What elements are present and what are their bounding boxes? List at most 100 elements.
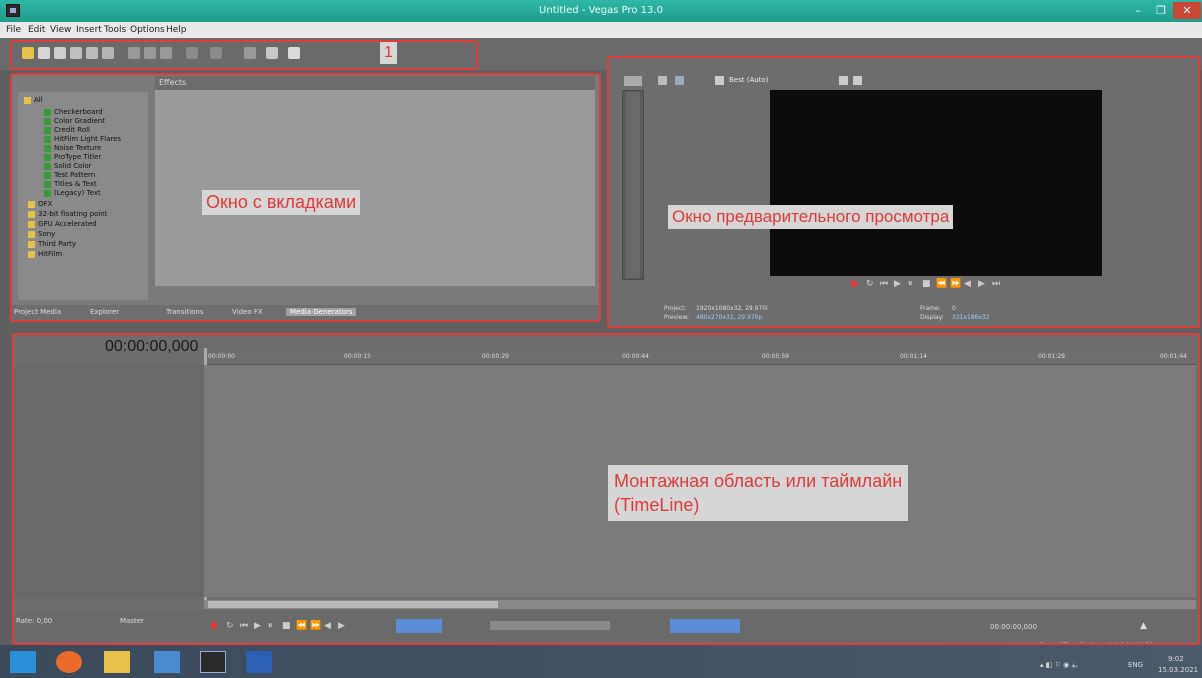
- stop-icon[interactable]: ■: [282, 621, 291, 631]
- tree-item[interactable]: Color Gradient: [44, 117, 105, 126]
- whats-this-icon[interactable]: [288, 47, 300, 59]
- timeline-label-line2: (TimeLine): [614, 495, 700, 515]
- tree-folder[interactable]: Sony: [28, 230, 55, 239]
- maximize-button[interactable]: ❐: [1150, 2, 1172, 19]
- effects-header: Effects: [155, 76, 595, 90]
- tree-item-all[interactable]: All: [24, 96, 43, 105]
- play-icon[interactable]: ▶: [254, 621, 261, 631]
- tree-folder[interactable]: 32-bit floating point: [28, 210, 107, 219]
- render-icon[interactable]: [86, 47, 98, 59]
- play-from-start-icon[interactable]: ⏮: [240, 621, 248, 631]
- new-project-icon[interactable]: [22, 47, 34, 59]
- next-frame-icon[interactable]: ▶: [978, 279, 985, 289]
- pause-icon[interactable]: ⏸: [268, 621, 273, 631]
- windows-start-icon[interactable]: [10, 651, 36, 673]
- vegas-taskbar-icon[interactable]: [200, 651, 226, 673]
- minimize-button[interactable]: –: [1127, 2, 1149, 19]
- tab-media-generators[interactable]: Media Generators: [286, 308, 357, 316]
- word-icon[interactable]: [246, 651, 272, 673]
- enable-snapping-icon[interactable]: [244, 47, 256, 59]
- save-snapshot-icon[interactable]: [853, 76, 862, 85]
- clock-date[interactable]: 15.03.2021: [1158, 666, 1198, 674]
- menu-file[interactable]: File: [6, 25, 21, 35]
- pause-icon[interactable]: ⏸: [908, 279, 913, 289]
- menu-edit[interactable]: Edit: [28, 25, 45, 35]
- tab-project-media[interactable]: Project Media: [14, 308, 61, 316]
- tab-transitions[interactable]: Transitions: [166, 308, 204, 316]
- record-icon[interactable]: ●: [850, 279, 858, 289]
- menu-options[interactable]: Options: [130, 25, 165, 35]
- tray-icons[interactable]: ▴ ◧ ⚐ ◉ 🔈: [1040, 661, 1080, 669]
- tree-folder[interactable]: GPU Accelerated: [28, 220, 97, 229]
- menu-view[interactable]: View: [50, 25, 71, 35]
- tabs-window-label: Окно с вкладками: [202, 190, 361, 215]
- stop-icon[interactable]: ■: [922, 279, 931, 289]
- timeline-label: Монтажная область или таймлайн (TimeLine…: [608, 465, 909, 521]
- menu-help[interactable]: Help: [166, 25, 187, 35]
- tree-item[interactable]: Solid Color: [44, 162, 92, 171]
- properties-icon[interactable]: [658, 76, 667, 85]
- tree-folder[interactable]: OFX: [28, 200, 52, 209]
- prev-frame-icon[interactable]: ◀: [964, 279, 971, 289]
- save-icon[interactable]: [54, 47, 66, 59]
- preview-quality[interactable]: Best (Auto): [729, 76, 768, 84]
- tree-item[interactable]: HitFilm Light Flares: [44, 135, 121, 144]
- meter-menu-icon[interactable]: [624, 76, 642, 86]
- split-screen-icon[interactable]: [715, 76, 724, 85]
- effects-list-area[interactable]: [155, 90, 595, 286]
- lock-envelopes-icon[interactable]: [266, 47, 278, 59]
- paste-icon[interactable]: [160, 47, 172, 59]
- menu-tools[interactable]: Tools: [104, 25, 126, 35]
- ruler-tick: 00:01:29: [1038, 353, 1065, 360]
- go-to-end-icon[interactable]: ⏩: [310, 621, 321, 631]
- video-preview-screen: [770, 90, 1102, 276]
- tree-item[interactable]: Titles & Text: [44, 180, 97, 189]
- snapping-tools-icon[interactable]: [670, 619, 740, 633]
- close-button[interactable]: ✕: [1173, 2, 1201, 19]
- preview-window-label: Окно предварительного просмотра: [668, 205, 954, 229]
- tree-item[interactable]: Test Pattern: [44, 171, 95, 180]
- tree-item[interactable]: Checkerboard: [44, 108, 103, 117]
- save-as-icon[interactable]: [70, 47, 82, 59]
- language-indicator[interactable]: ENG: [1128, 661, 1143, 669]
- tree-folder[interactable]: HitFilm: [28, 250, 62, 259]
- undo-icon[interactable]: [186, 47, 198, 59]
- file-explorer-icon[interactable]: [104, 651, 130, 673]
- scrollbar-thumb[interactable]: [208, 601, 498, 608]
- edit-tools-group[interactable]: [490, 621, 610, 630]
- record-icon[interactable]: ●: [210, 621, 218, 631]
- copy-snapshot-icon[interactable]: [839, 76, 848, 85]
- tree-folder[interactable]: Third Party: [28, 240, 76, 249]
- firefox-icon[interactable]: [56, 651, 82, 673]
- copy-icon[interactable]: [144, 47, 156, 59]
- prev-frame-icon[interactable]: ◀: [324, 621, 331, 631]
- properties-icon[interactable]: [102, 47, 114, 59]
- next-frame-icon[interactable]: ▶: [338, 621, 345, 631]
- network-app-icon[interactable]: [154, 651, 180, 673]
- go-to-end-icon[interactable]: ⏩: [950, 279, 961, 289]
- go-to-start-icon[interactable]: ⏪: [296, 621, 307, 631]
- play-from-start-icon[interactable]: ⏮: [880, 279, 888, 289]
- play-icon[interactable]: ▶: [894, 279, 901, 289]
- tree-item[interactable]: (Legacy) Text: [44, 189, 101, 198]
- menu-insert[interactable]: Insert: [76, 25, 102, 35]
- tree-item[interactable]: Credit Roll: [44, 126, 90, 135]
- tree-item[interactable]: Noise Texture: [44, 144, 101, 153]
- clock-time[interactable]: 9:02: [1168, 655, 1184, 663]
- tab-video-fx[interactable]: Video FX: [232, 308, 263, 316]
- redo-icon[interactable]: [210, 47, 222, 59]
- go-to-start-icon[interactable]: ⏪: [936, 279, 947, 289]
- loop-icon[interactable]: ↻: [226, 621, 234, 631]
- zoom-icon[interactable]: ▲: [1140, 621, 1147, 631]
- tree-item[interactable]: ProType Titler: [44, 153, 101, 162]
- open-icon[interactable]: [38, 47, 50, 59]
- loop-icon[interactable]: ↻: [866, 279, 874, 289]
- plugin-icon: [44, 117, 51, 125]
- tab-explorer[interactable]: Explorer: [90, 308, 119, 316]
- normal-edit-tool-icon[interactable]: [396, 619, 442, 633]
- external-monitor-icon[interactable]: [675, 76, 684, 85]
- cut-icon[interactable]: [128, 47, 140, 59]
- time-ruler[interactable]: 00:00:00 00:00:15 00:00:29 00:00:44 00:0…: [204, 350, 1196, 365]
- playback-icon[interactable]: ⏭: [992, 279, 1000, 289]
- track-list[interactable]: [12, 365, 204, 597]
